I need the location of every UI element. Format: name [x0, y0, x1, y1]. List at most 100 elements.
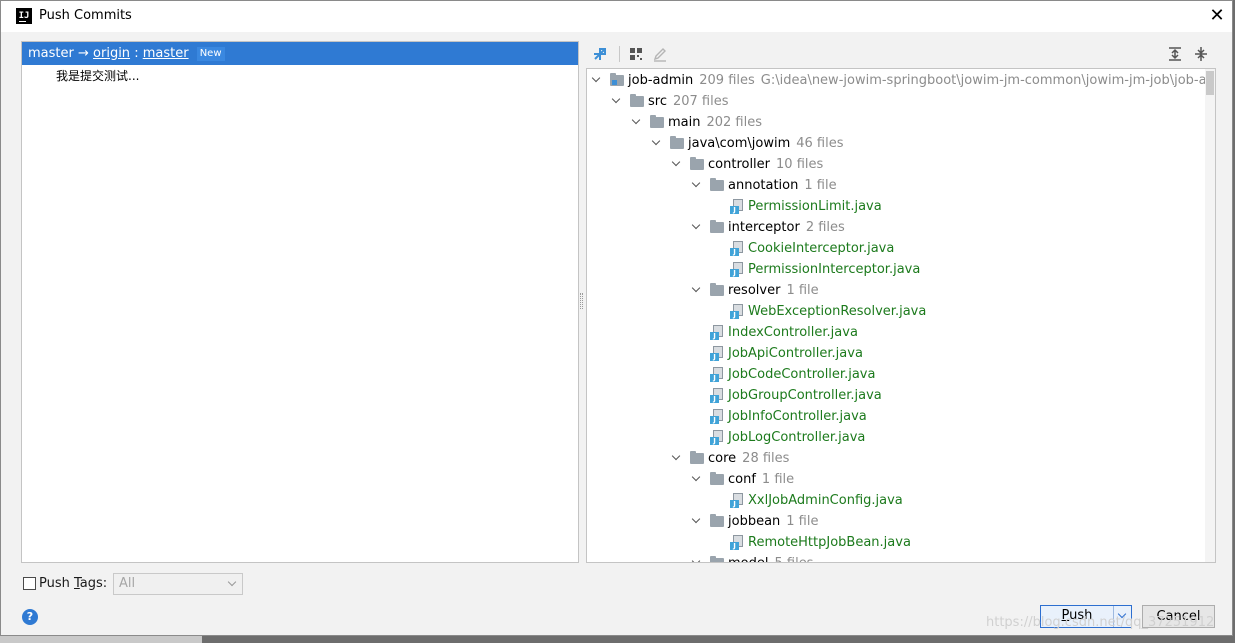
tree-file-row[interactable]: J JobApiController.java — [587, 343, 1207, 364]
chevron-down-icon[interactable] — [651, 133, 663, 154]
tree-file-row[interactable]: J PermissionInterceptor.java — [587, 259, 1207, 280]
tree-item-name: JobLogController.java — [728, 430, 866, 445]
title-bar: IJ Push Commits ✕ — [1, 1, 1232, 32]
splitter-handle[interactable] — [579, 293, 585, 309]
tree-file-row[interactable]: J JobCodeController.java — [587, 364, 1207, 385]
commit-item[interactable]: 我是提交测试... — [56, 67, 139, 84]
folder-icon — [710, 514, 724, 527]
chevron-down-icon[interactable] — [691, 280, 703, 301]
tree-file-row[interactable]: J JobInfoController.java — [587, 406, 1207, 427]
tree-item-name: src — [648, 94, 667, 109]
intellij-logo-icon: IJ — [16, 8, 32, 24]
tree-item-name: JobGroupController.java — [728, 388, 882, 403]
tree-file-row[interactable]: J JobGroupController.java — [587, 385, 1207, 406]
tree-folder-row[interactable]: controller 10 files — [587, 154, 1207, 175]
file-count: 207 files — [672, 94, 729, 109]
tree-folder-row[interactable]: resolver 1 file — [587, 280, 1207, 301]
tree-folder-row[interactable]: annotation 1 file — [587, 175, 1207, 196]
tree-file-row[interactable]: J RemoteHttpJobBean.java — [587, 532, 1207, 553]
java-file-icon: J — [710, 346, 724, 361]
folder-icon — [690, 157, 704, 170]
tree-folder-row[interactable]: main 202 files — [587, 112, 1207, 133]
file-count: 2 files — [805, 220, 845, 235]
tree-item-label: resolver 1 file — [728, 280, 819, 301]
file-count: 209 files — [699, 73, 755, 88]
expand-all-changes-icon[interactable] — [590, 44, 610, 64]
branch-row[interactable]: master → origin : master New — [22, 42, 578, 65]
tree-item-name: PermissionLimit.java — [748, 199, 882, 214]
file-count: 28 files — [742, 451, 790, 466]
tree-item-label: main 202 files — [668, 112, 762, 133]
changes-toolbar — [586, 41, 1216, 67]
tree-item-label: JobGroupController.java — [728, 385, 882, 406]
tree-item-label: controller 10 files — [708, 154, 823, 175]
folder-icon — [630, 94, 644, 107]
tree-item-label: java\com\jowim 46 files — [688, 133, 844, 154]
tree-file-row[interactable]: J XxlJobAdminConfig.java — [587, 490, 1207, 511]
tree-folder-row[interactable]: src 207 files — [587, 91, 1207, 112]
tree-folder-row[interactable]: interceptor 2 files — [587, 217, 1207, 238]
tree-folder-row[interactable]: java\com\jowim 46 files — [587, 133, 1207, 154]
java-file-icon: J — [730, 199, 744, 214]
folder-icon — [650, 115, 664, 128]
edit-source-icon[interactable] — [650, 44, 670, 64]
tree-item-name: WebExceptionResolver.java — [748, 304, 927, 319]
file-count: 46 files — [796, 136, 844, 151]
push-tags-checkbox[interactable] — [23, 577, 36, 590]
collapse-all-icon[interactable] — [1191, 44, 1211, 64]
branch-separator: : — [134, 46, 139, 61]
tree-item-name: job-admin — [628, 73, 694, 88]
tree-item-name: model — [728, 556, 768, 562]
vertical-scrollbar[interactable] — [1205, 69, 1215, 562]
commits-panel: master → origin : master New 我是提交测试... — [21, 41, 579, 563]
chevron-down-icon[interactable] — [691, 175, 703, 196]
chevron-down-icon[interactable] — [591, 70, 603, 91]
file-count: 1 file — [761, 472, 795, 487]
tree-folder-row[interactable]: core 28 files — [587, 448, 1207, 469]
remote-link[interactable]: origin — [93, 46, 130, 61]
tree-file-row[interactable]: J PermissionLimit.java — [587, 196, 1207, 217]
chevron-down-icon[interactable] — [671, 154, 683, 175]
scrollbar-thumb[interactable] — [1206, 71, 1214, 95]
expand-all-icon[interactable] — [1165, 44, 1185, 64]
target-branch-link[interactable]: master — [143, 46, 189, 61]
tree-item-name: core — [708, 451, 737, 466]
dialog-title: Push Commits — [39, 8, 132, 23]
tree-item-name: conf — [728, 472, 756, 487]
tree-folder-row[interactable]: conf 1 file — [587, 469, 1207, 490]
tree-file-row[interactable]: J WebExceptionResolver.java — [587, 301, 1207, 322]
close-button[interactable]: ✕ — [1202, 1, 1232, 32]
tree-folder-row[interactable]: model 5 files — [587, 553, 1207, 562]
tree-item-label: JobInfoController.java — [728, 406, 867, 427]
push-tags-select[interactable]: All — [113, 573, 243, 595]
watermark-text: https://blog.csdn.net/qq_37251912 — [986, 615, 1215, 630]
tree-item-label: RemoteHttpJobBean.java — [748, 532, 911, 553]
tree-item-name: interceptor — [728, 220, 800, 235]
tree-file-row[interactable]: J CookieInterceptor.java — [587, 238, 1207, 259]
tree-item-label: jobbean 1 file — [728, 511, 818, 532]
folder-icon — [710, 472, 724, 485]
tree-item-label: job-admin 209 files G:\idea\new-jowim-spri… — [628, 70, 1216, 91]
tree-item-name: XxlJobAdminConfig.java — [748, 493, 903, 508]
changed-files-tree: job-admin 209 files G:\idea\new-jowim-spri… — [586, 68, 1216, 563]
tree-item-name: IndexController.java — [728, 325, 858, 340]
tree-folder-row[interactable]: jobbean 1 file — [587, 511, 1207, 532]
chevron-down-icon[interactable] — [691, 469, 703, 490]
help-icon[interactable]: ? — [22, 609, 38, 625]
chevron-down-icon[interactable] — [691, 553, 703, 562]
tree-folder-row[interactable]: job-admin 209 files G:\idea\new-jowim-spri… — [587, 70, 1215, 91]
file-count: 10 files — [776, 157, 824, 172]
tree-file-row[interactable]: J JobLogController.java — [587, 427, 1207, 448]
tree-item-name: CookieInterceptor.java — [748, 241, 895, 256]
chevron-down-icon[interactable] — [631, 112, 643, 133]
group-by-icon[interactable] — [626, 44, 646, 64]
tree-item-label: JobApiController.java — [728, 343, 863, 364]
chevron-down-icon[interactable] — [691, 217, 703, 238]
java-file-icon: J — [730, 262, 744, 277]
tree-file-row[interactable]: J IndexController.java — [587, 322, 1207, 343]
tree-item-name: PermissionInterceptor.java — [748, 262, 921, 277]
module-path: G:\idea\new-jowim-springboot\jowim-jm-co… — [760, 73, 1216, 88]
chevron-down-icon[interactable] — [691, 511, 703, 532]
chevron-down-icon[interactable] — [671, 448, 683, 469]
chevron-down-icon[interactable] — [611, 91, 623, 112]
